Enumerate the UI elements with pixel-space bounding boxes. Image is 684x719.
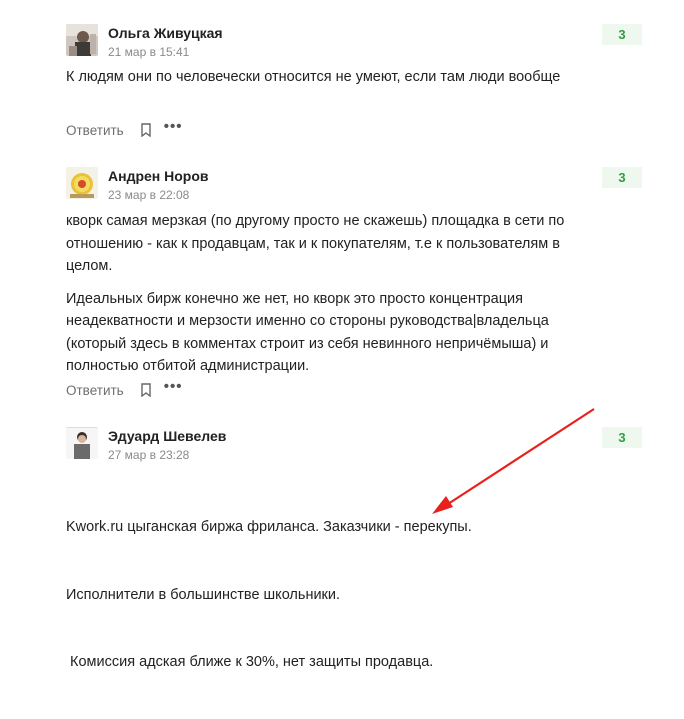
- comment-text: К людям они по человечески относится не …: [66, 66, 596, 99]
- reply-button[interactable]: Ответить: [66, 123, 124, 138]
- comment-date: 21 мар в 15:41: [108, 45, 190, 59]
- author-name[interactable]: Эдуард Шевелев: [108, 428, 226, 444]
- rating-badge[interactable]: 3: [602, 167, 642, 188]
- comment-paragraph: Идеальных бирж конечно же нет, но кворк …: [66, 290, 549, 375]
- rating-badge[interactable]: 3: [602, 427, 642, 448]
- comment-date: 27 мар в 23:28: [108, 448, 190, 462]
- comment-line: Kwork.ru цыганская биржа фриланса. Заказ…: [66, 519, 472, 535]
- comment-line: Исполнители в большинстве школьники.: [66, 586, 341, 603]
- more-options-icon[interactable]: •••: [164, 379, 183, 394]
- reply-button[interactable]: Ответить: [66, 383, 124, 398]
- comment-text: Kwork.ru цыганская биржа фриланса. Заказ…: [66, 471, 596, 719]
- avatar[interactable]: [66, 24, 98, 56]
- comment-actions: Ответить •••: [66, 379, 183, 400]
- author-name[interactable]: Андрен Норов: [108, 168, 209, 184]
- bookmark-icon[interactable]: [140, 383, 152, 398]
- comment-date: 23 мар в 22:08: [108, 188, 190, 202]
- comment-paragraph: К людям они по человечески относится не …: [66, 69, 561, 85]
- comment-line: Комиссия адская ближе к 30%, нет защиты …: [66, 654, 434, 670]
- comment: Эдуард Шевелев 27 мар в 23:28 3 Kwork.ru…: [66, 427, 642, 670]
- avatar[interactable]: [66, 427, 98, 459]
- bookmark-icon[interactable]: [140, 123, 152, 138]
- rating-badge[interactable]: 3: [602, 24, 642, 45]
- comment-paragraph: кворк самая мерзкая (по другому просто н…: [66, 213, 565, 274]
- more-options-icon[interactable]: •••: [164, 119, 183, 134]
- comment-actions: Ответить •••: [66, 119, 183, 140]
- comment: Ольга Живуцкая 21 мар в 15:41 3 К людям …: [66, 24, 642, 144]
- author-name[interactable]: Ольга Живуцкая: [108, 25, 223, 41]
- avatar[interactable]: [66, 167, 98, 199]
- comment: Андрен Норов 23 мар в 22:08 3 кворк сама…: [66, 167, 642, 407]
- comment-text: кворк самая мерзкая (по другому просто н…: [66, 210, 596, 388]
